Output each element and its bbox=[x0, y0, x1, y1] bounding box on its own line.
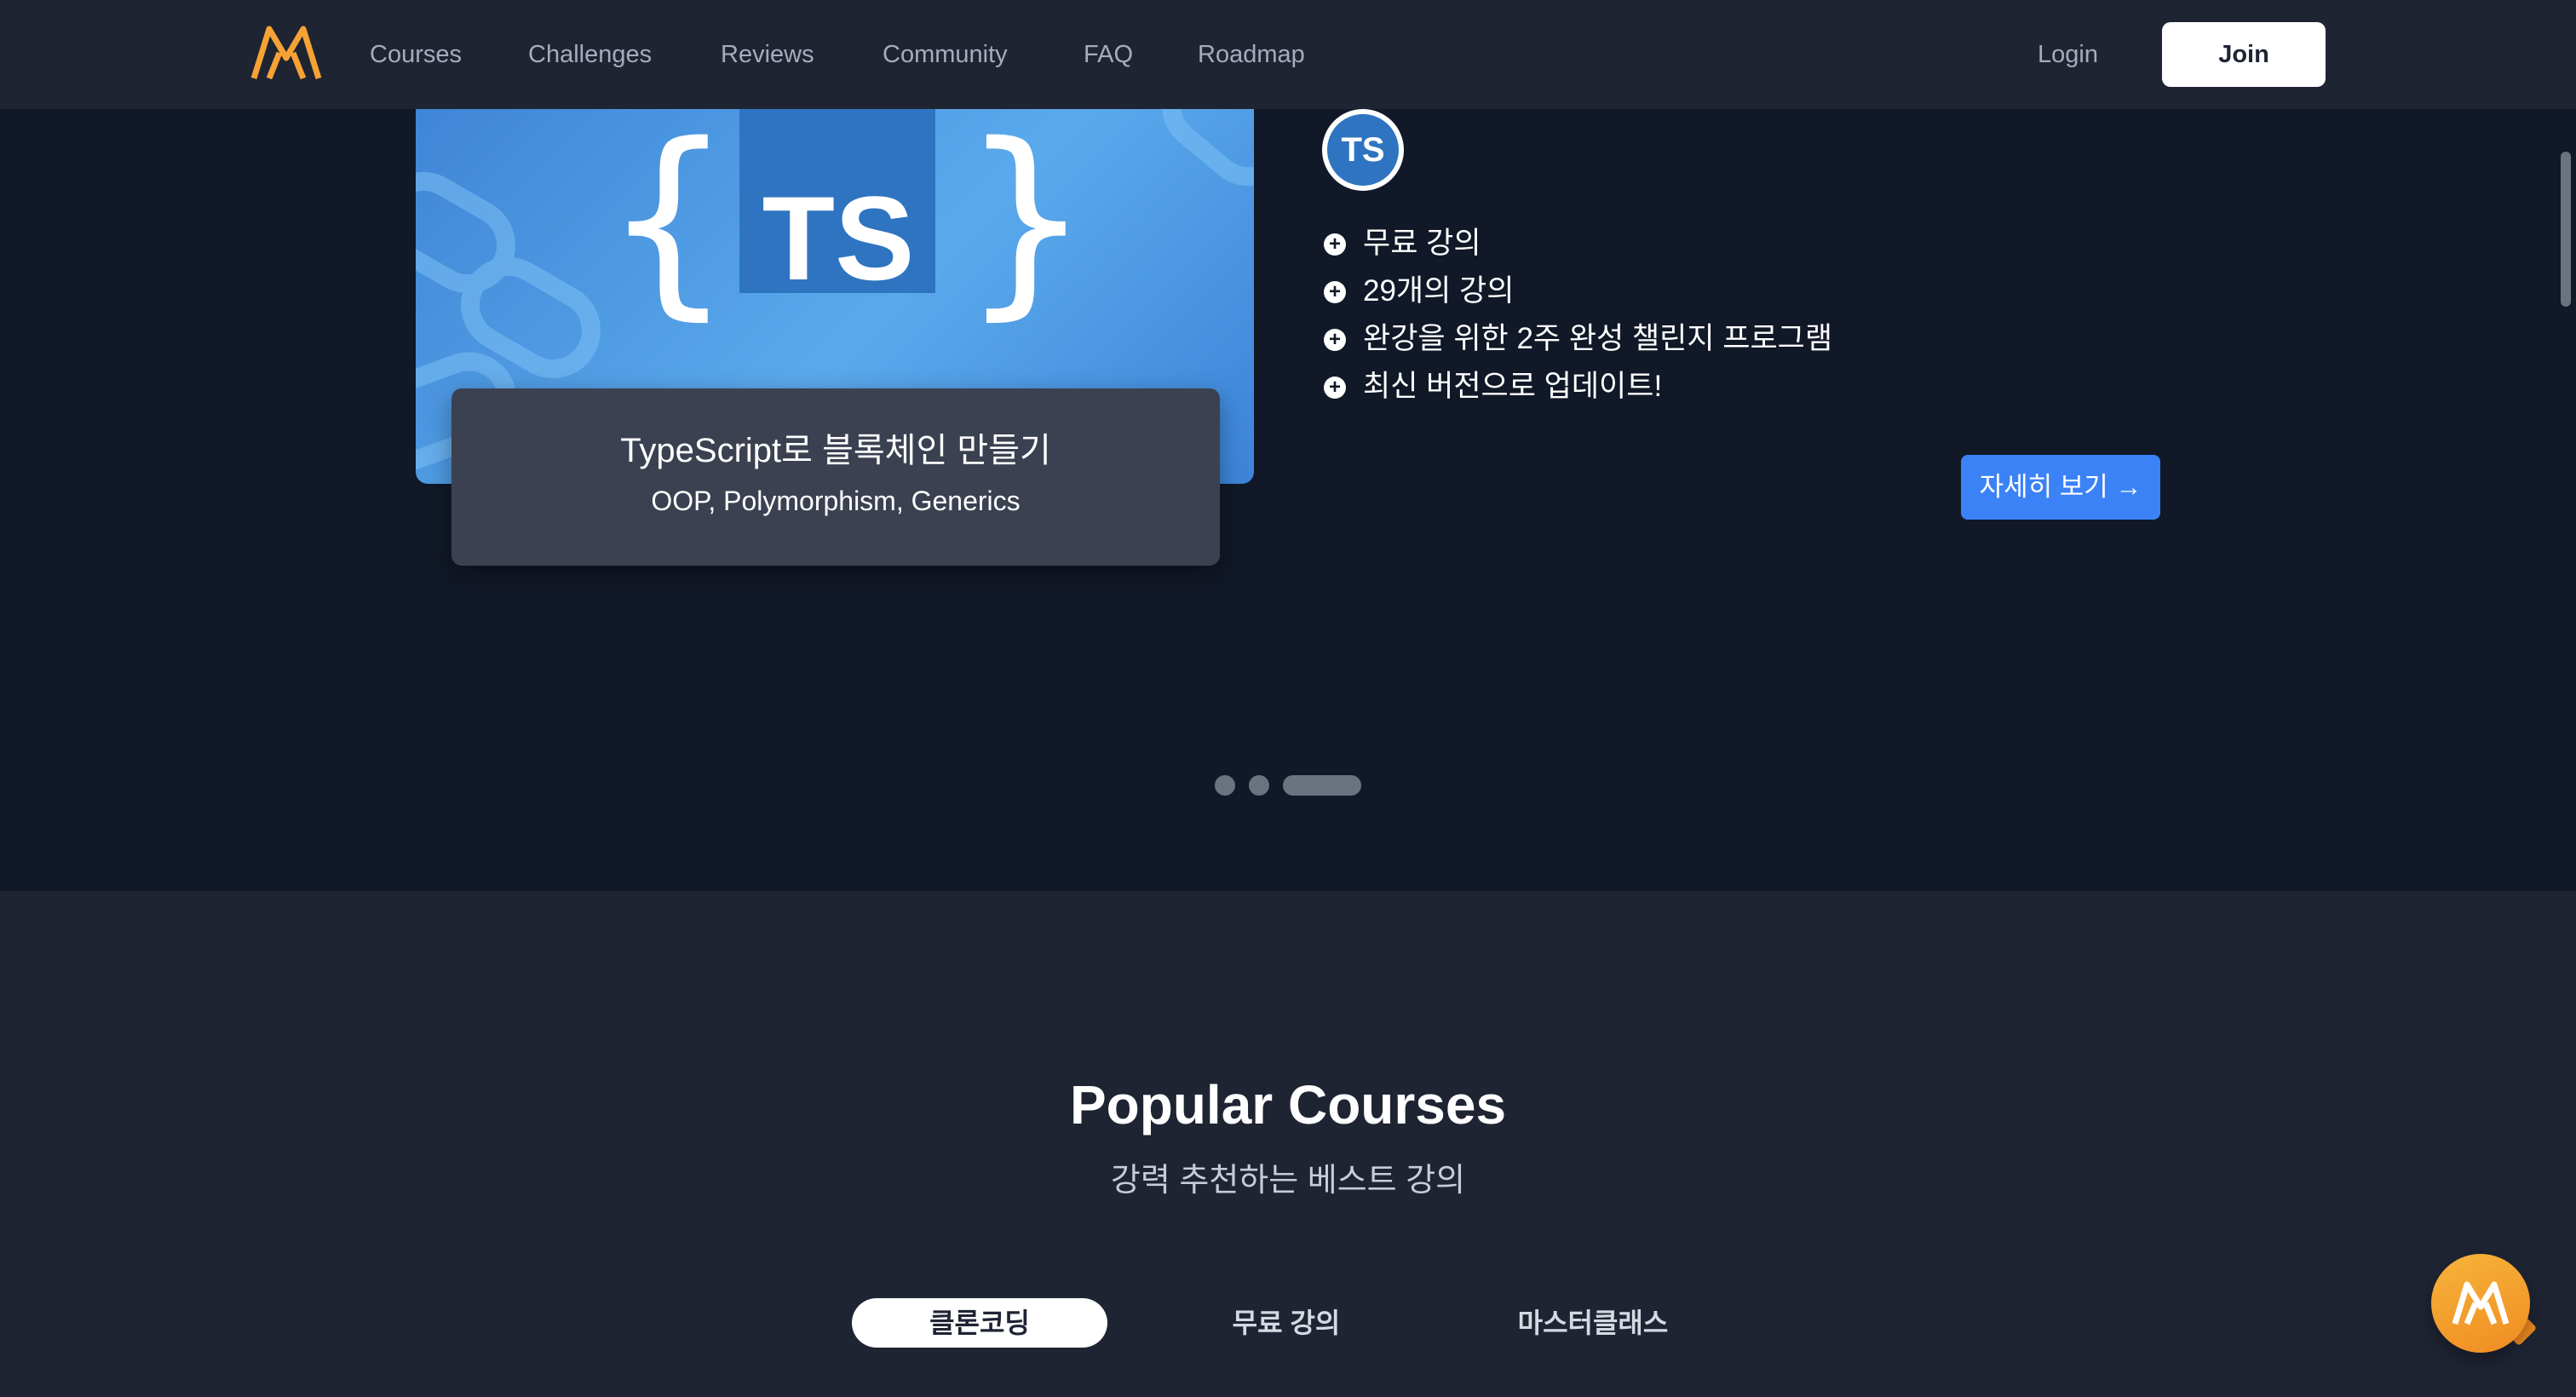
tab-masterclass[interactable]: 마스터클래스 bbox=[1465, 1298, 1721, 1348]
nav-challenges[interactable]: Challenges bbox=[528, 37, 652, 72]
slide-dot[interactable] bbox=[1249, 775, 1269, 796]
course-features: + 무료 강의 + 29개의 강의 + 완강을 위한 2주 완성 챌린지 프로그… bbox=[1324, 220, 1832, 411]
typescript-badge-icon: TS bbox=[1322, 109, 1404, 191]
feature-label: 29개의 강의 bbox=[1363, 274, 1515, 308]
nomad-logo-icon bbox=[2452, 1281, 2510, 1325]
plus-circle-icon: + bbox=[1324, 281, 1346, 303]
svg-text:}: } bbox=[961, 109, 1091, 338]
nav-reviews[interactable]: Reviews bbox=[721, 37, 814, 72]
feature-label: 최신 버전으로 업데이트! bbox=[1363, 370, 1663, 403]
scrollbar-thumb[interactable] bbox=[2561, 152, 2571, 307]
slide-dot[interactable] bbox=[1215, 775, 1235, 796]
feature-label: 무료 강의 bbox=[1363, 227, 1481, 260]
feature-item: + 무료 강의 bbox=[1324, 220, 1832, 267]
chat-support-button[interactable] bbox=[2431, 1254, 2530, 1353]
feature-label: 완강을 위한 2주 완성 챌린지 프로그램 bbox=[1363, 322, 1833, 355]
nomad-logo-icon[interactable] bbox=[250, 24, 322, 82]
join-button[interactable]: Join bbox=[2162, 22, 2326, 87]
view-details-button[interactable]: 자세히 보기 → bbox=[1961, 455, 2160, 520]
course-subtitle: OOP, Polymorphism, Generics bbox=[651, 486, 1021, 516]
nav-faq[interactable]: FAQ bbox=[1084, 37, 1133, 72]
tab-clone-coding[interactable]: 클론코딩 bbox=[852, 1298, 1107, 1348]
section-title: Popular Courses bbox=[1069, 1074, 1507, 1135]
ts-logo-text: TS bbox=[762, 171, 915, 305]
svg-text:{: { bbox=[603, 109, 733, 338]
nav-community[interactable]: Community bbox=[883, 37, 1008, 72]
hero-slider: { } TS TypeScript로 블록체인 만들기 OOP, Polymor… bbox=[0, 109, 2576, 891]
plus-circle-icon: + bbox=[1324, 329, 1346, 351]
feature-item: + 완강을 위한 2주 완성 챌린지 프로그램 bbox=[1324, 315, 1832, 363]
tab-free-courses[interactable]: 무료 강의 bbox=[1159, 1298, 1414, 1348]
feature-item: + 최신 버전으로 업데이트! bbox=[1324, 363, 1832, 411]
plus-circle-icon: + bbox=[1324, 233, 1346, 256]
section-subtitle: 강력 추천하는 베스트 강의 bbox=[1110, 1163, 1466, 1199]
login-link[interactable]: Login bbox=[2038, 37, 2098, 72]
course-card[interactable]: TypeScript로 블록체인 만들기 OOP, Polymorphism, … bbox=[451, 388, 1220, 566]
slide-dot-active[interactable] bbox=[1283, 775, 1361, 796]
top-navbar: Courses Challenges Reviews Community FAQ… bbox=[0, 0, 2576, 109]
feature-item: + 29개의 강의 bbox=[1324, 267, 1832, 315]
course-title: TypeScript로 블록체인 만들기 bbox=[620, 432, 1051, 469]
plus-circle-icon: + bbox=[1324, 377, 1346, 399]
nav-courses[interactable]: Courses bbox=[370, 37, 462, 72]
nav-roadmap[interactable]: Roadmap bbox=[1198, 37, 1305, 72]
page-scrollbar[interactable] bbox=[2557, 109, 2576, 1397]
